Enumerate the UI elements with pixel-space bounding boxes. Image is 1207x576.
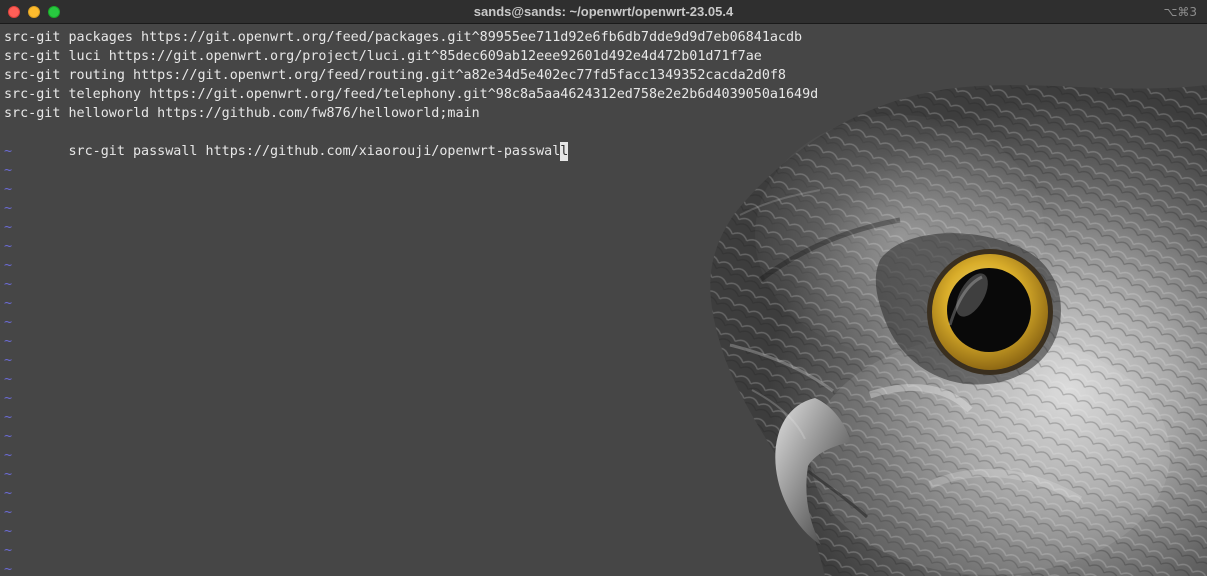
terminal-line: src-git packages https://git.openwrt.org… bbox=[4, 30, 803, 45]
empty-line-marker: ~ bbox=[4, 524, 13, 539]
empty-line-marker: ~ bbox=[4, 486, 13, 501]
empty-line-marker: ~ bbox=[4, 277, 13, 292]
empty-line-marker: ~ bbox=[4, 220, 13, 235]
terminal-line: src-git luci https://git.openwrt.org/pro… bbox=[4, 49, 762, 64]
terminal-line: src-git helloworld https://github.com/fw… bbox=[4, 106, 480, 121]
empty-line-marker: ~ bbox=[4, 391, 13, 406]
empty-line-marker: ~ bbox=[4, 505, 13, 520]
terminal-line: src-git routing https://git.openwrt.org/… bbox=[4, 68, 786, 83]
title-bar: sands@sands: ~/openwrt/openwrt-23.05.4 ⌥… bbox=[0, 0, 1207, 24]
empty-line-marker: ~ bbox=[4, 201, 13, 216]
text-cursor: l bbox=[560, 142, 569, 161]
empty-line-marker: ~ bbox=[4, 239, 13, 254]
empty-line-marker: ~ bbox=[4, 163, 13, 178]
empty-line-marker: ~ bbox=[4, 258, 13, 273]
empty-line-marker: ~ bbox=[4, 429, 13, 444]
terminal-cursor-line[interactable]: src-git passwall https://github.com/xiao… bbox=[4, 123, 818, 161]
terminal-window: sands@sands: ~/openwrt/openwrt-23.05.4 ⌥… bbox=[0, 0, 1207, 576]
empty-line-marker: ~ bbox=[4, 353, 13, 368]
window-title: sands@sands: ~/openwrt/openwrt-23.05.4 bbox=[473, 4, 734, 19]
empty-line-marker: ~ bbox=[4, 296, 13, 311]
empty-line-marker: ~ bbox=[4, 467, 13, 482]
terminal-line-text: src-git passwall https://github.com/xiao… bbox=[68, 144, 561, 159]
empty-line-marker: ~ bbox=[4, 410, 13, 425]
window-shortcut: ⌥⌘3 bbox=[1163, 5, 1197, 19]
empty-line-marker: ~ bbox=[4, 182, 13, 197]
terminal-lines: src-git packages https://git.openwrt.org… bbox=[4, 28, 818, 576]
terminal-content[interactable]: src-git packages https://git.openwrt.org… bbox=[0, 25, 1207, 576]
empty-line-marker: ~ bbox=[4, 543, 13, 558]
empty-line-marker: ~ bbox=[4, 334, 13, 349]
empty-line-marker: ~ bbox=[4, 315, 13, 330]
empty-line-marker: ~ bbox=[4, 448, 13, 463]
empty-line-marker: ~ bbox=[4, 372, 13, 387]
empty-line-marker: ~ bbox=[4, 562, 13, 576]
terminal-line: src-git telephony https://git.openwrt.or… bbox=[4, 87, 819, 102]
